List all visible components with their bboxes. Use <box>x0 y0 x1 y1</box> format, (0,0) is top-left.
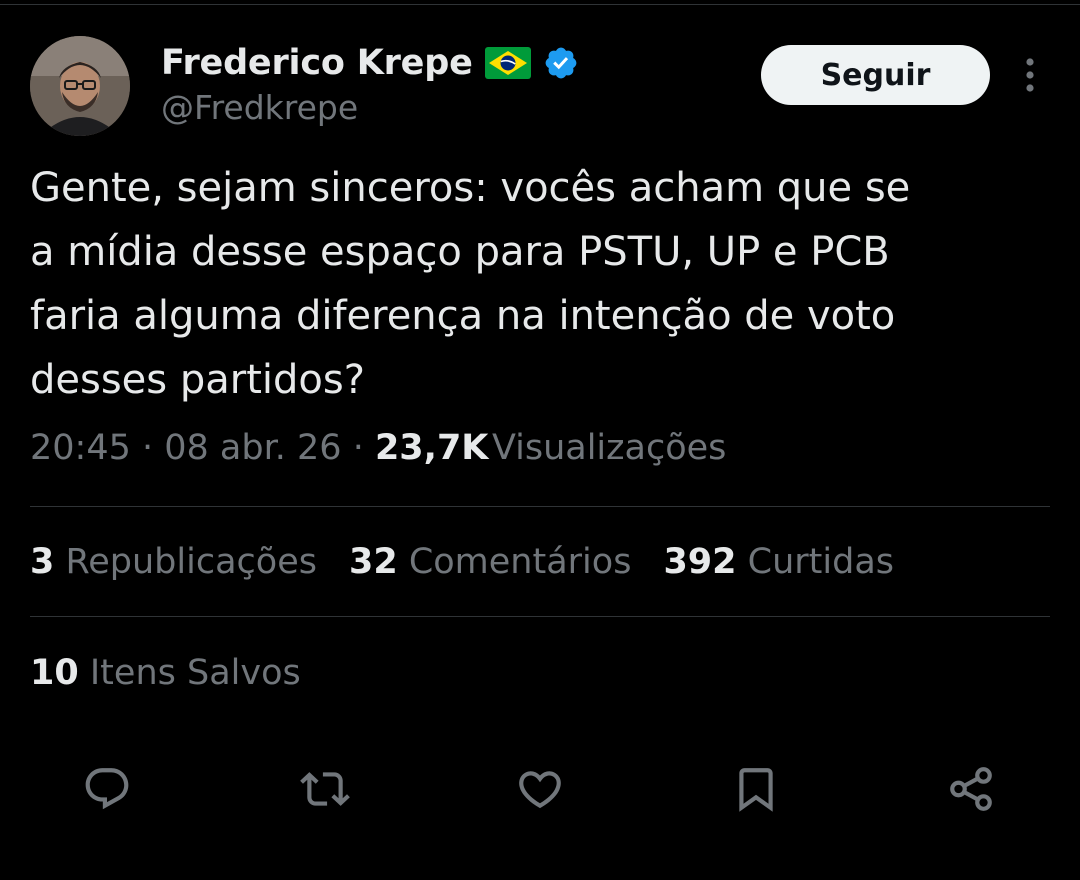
reposts-count: 3 <box>30 542 55 582</box>
tweet-text: Gente, sejam sinceros: vocês acham que s… <box>30 165 911 403</box>
divider <box>30 506 1050 507</box>
comments-label: Comentários <box>408 542 632 582</box>
avatar[interactable] <box>30 36 130 136</box>
reposts-stat[interactable]: 3 Republicações <box>30 542 317 582</box>
more-options-icon[interactable] <box>1014 52 1046 98</box>
reply-icon[interactable] <box>82 764 132 814</box>
comments-stat[interactable]: 32 Comentários <box>349 542 631 582</box>
brazil-flag-icon <box>484 47 531 79</box>
saved-label: Itens Salvos <box>89 653 301 693</box>
saved-stat[interactable]: 10 Itens Salvos <box>30 653 301 693</box>
comments-count: 32 <box>348 542 398 582</box>
author-name-row[interactable]: Frederico Krepe <box>161 40 579 86</box>
likes-stat[interactable]: 392 Curtidas <box>663 542 894 582</box>
views-label: Visualizações <box>491 428 727 468</box>
follow-button[interactable]: Seguir <box>761 45 990 105</box>
tweet-meta: 20:45 · 08 abr. 26 · 23,7K Visualizações <box>30 428 726 468</box>
verified-badge-icon[interactable] <box>543 45 579 81</box>
author-display-name[interactable]: Frederico Krepe <box>161 43 473 83</box>
divider <box>30 616 1050 617</box>
reposts-label: Republicações <box>65 542 317 582</box>
like-icon[interactable] <box>515 764 565 814</box>
author-handle[interactable]: @Fredkrepe <box>161 88 358 127</box>
likes-count: 392 <box>663 542 737 582</box>
tweet-time[interactable]: 20:45 <box>30 428 131 468</box>
tweet-date[interactable]: 08 abr. 26 <box>164 428 341 468</box>
saved-count: 10 <box>30 653 79 693</box>
engagement-stats: 3 Republicações 32 Comentários 392 Curti… <box>30 542 926 582</box>
top-divider <box>0 4 1080 5</box>
meta-separator: · <box>130 428 165 468</box>
bookmark-icon[interactable] <box>731 764 781 814</box>
likes-label: Curtidas <box>747 542 894 582</box>
views-count: 23,7K <box>374 428 489 468</box>
share-icon[interactable] <box>946 764 996 814</box>
repost-icon[interactable] <box>300 764 350 814</box>
meta-separator: · <box>341 428 375 468</box>
